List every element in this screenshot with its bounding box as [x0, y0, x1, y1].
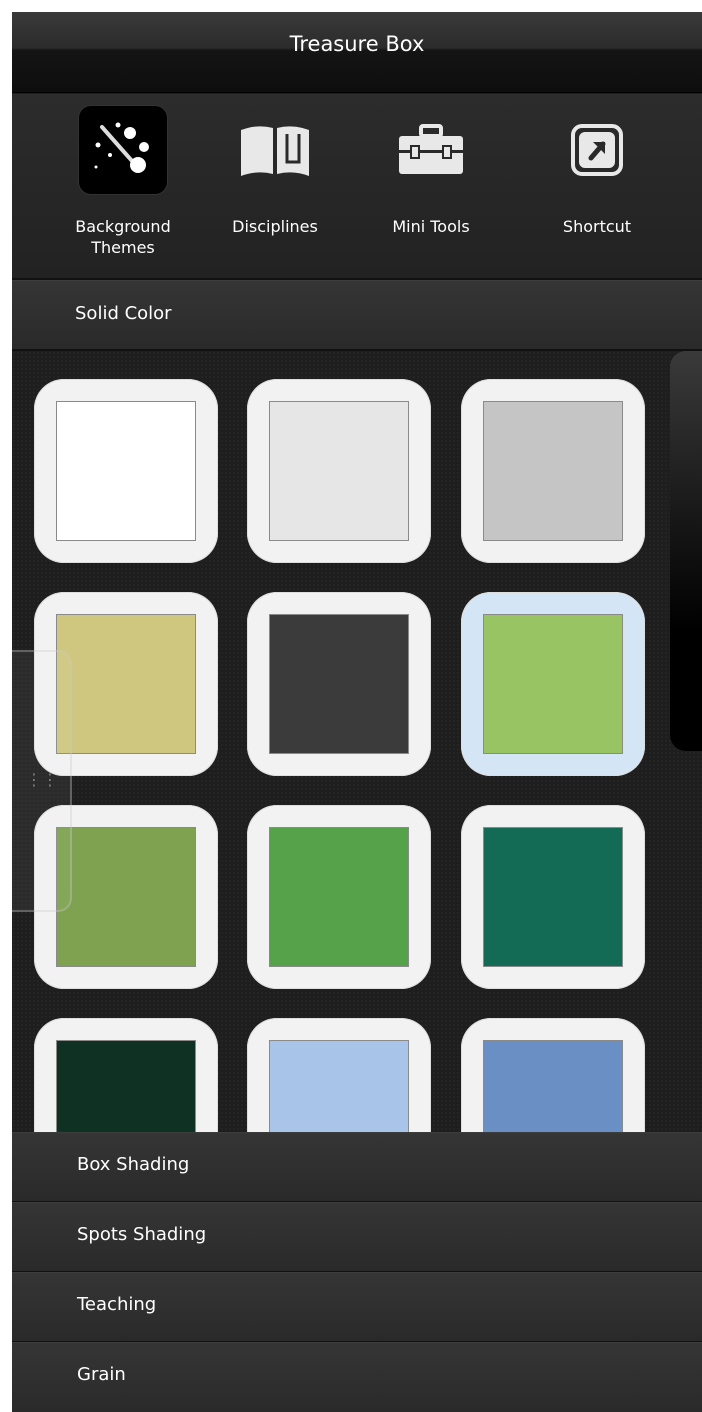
tab-disciplines[interactable]: Disciplines — [195, 94, 355, 278]
swatch-fill — [56, 827, 196, 967]
swatch-fill — [483, 401, 623, 541]
swatch-fill — [269, 1040, 409, 1132]
section-grain[interactable]: Grain — [12, 1342, 702, 1412]
color-swatch[interactable] — [34, 1018, 218, 1132]
side-drawer-handle[interactable]: ⋮⋮ — [12, 650, 72, 912]
color-swatch[interactable] — [461, 379, 645, 563]
drag-handle-icon: ⋮⋮ — [26, 770, 58, 789]
color-swatch[interactable] — [247, 592, 431, 776]
section-label: Solid Color — [75, 303, 172, 324]
scrollbar[interactable] — [670, 351, 702, 751]
window-title: Treasure Box — [289, 32, 425, 56]
color-swatch[interactable] — [247, 379, 431, 563]
color-swatch[interactable] — [34, 379, 218, 563]
swatch-fill — [56, 614, 196, 754]
color-swatch[interactable] — [247, 805, 431, 989]
swatch-fill — [56, 1040, 196, 1132]
section-label: Spots Shading — [77, 1224, 207, 1245]
section-label: Teaching — [77, 1294, 157, 1315]
tab-label: Shortcut — [562, 217, 632, 236]
swatch-fill — [269, 827, 409, 967]
tab-label: Mini Tools — [392, 217, 470, 236]
section-box-shading[interactable]: Box Shading — [12, 1132, 702, 1203]
color-swatch[interactable] — [461, 805, 645, 989]
tab-background-themes[interactable]: Background Themes — [43, 94, 203, 278]
section-label: Box Shading — [77, 1154, 190, 1175]
title-bar: Treasure Box — [12, 12, 702, 93]
color-swatch[interactable] — [247, 1018, 431, 1132]
swatch-fill — [56, 401, 196, 541]
tab-mini-tools[interactable]: Mini Tools — [351, 94, 511, 278]
book-icon — [231, 106, 319, 194]
swatch-grid: ⋮⋮ — [12, 351, 702, 1132]
swatch-fill — [483, 614, 623, 754]
swatch-fill — [483, 827, 623, 967]
toolbox-icon — [387, 106, 475, 194]
section-spots-shading[interactable]: Spots Shading — [12, 1202, 702, 1273]
section-solid-color[interactable]: Solid Color — [12, 280, 702, 351]
color-swatch-selected[interactable] — [461, 592, 645, 776]
tab-shortcut[interactable]: Shortcut — [517, 94, 677, 278]
section-teaching[interactable]: Teaching — [12, 1272, 702, 1343]
color-swatch[interactable] — [461, 1018, 645, 1132]
swatch-fill — [483, 1040, 623, 1132]
tab-label: Background Themes — [75, 217, 171, 257]
magic-wand-icon — [79, 106, 167, 194]
tab-label: Disciplines — [232, 217, 318, 236]
treasure-box-panel: Treasure Box Background Themes Disciplin… — [12, 12, 702, 1412]
shortcut-icon — [553, 106, 641, 194]
section-label: Grain — [77, 1364, 126, 1385]
swatch-fill — [269, 614, 409, 754]
swatch-fill — [269, 401, 409, 541]
toolbar: Background Themes Disciplines Mini Tools… — [12, 94, 702, 280]
